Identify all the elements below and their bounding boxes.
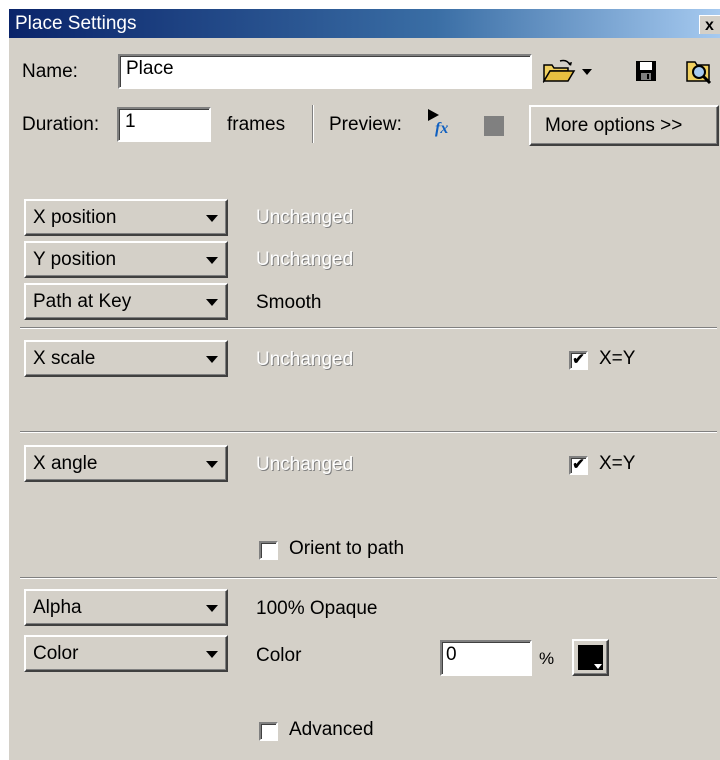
x-scale-xy-checkbox[interactable]: ✔ [569, 351, 588, 370]
color-percent-field[interactable]: 0 [440, 640, 532, 676]
save-icon[interactable] [635, 60, 657, 82]
x-scale-value: Unchanged [256, 349, 354, 370]
chevron-down-icon [206, 651, 218, 658]
dropdown-label: X scale [33, 348, 96, 369]
stop-icon[interactable] [484, 116, 504, 136]
chevron-down-icon [206, 257, 218, 264]
name-label: Name: [22, 61, 78, 82]
open-folder-icon[interactable] [542, 59, 576, 84]
x-position-value: Unchanged [256, 207, 354, 228]
dropdown-label: Path at Key [33, 291, 132, 312]
y-position-dropdown[interactable]: Y position [24, 241, 228, 278]
close-button[interactable]: x [699, 15, 720, 34]
alpha-value: 100% Opaque [256, 598, 378, 619]
orient-to-path-label: Orient to path [289, 538, 405, 559]
chevron-down-icon [206, 356, 218, 363]
duration-label: Duration: [22, 114, 100, 135]
dropdown-label: X angle [33, 453, 98, 474]
svg-text:fx: fx [435, 120, 448, 137]
window-title: Place Settings [15, 13, 137, 34]
find-icon[interactable] [685, 57, 713, 85]
x-scale-dropdown[interactable]: X scale [24, 340, 228, 377]
x-angle-xy-checkbox[interactable]: ✔ [569, 456, 588, 475]
dropdown-arrow-icon[interactable] [582, 69, 592, 75]
chevron-down-icon [206, 299, 218, 306]
color-dropdown[interactable]: Color [24, 635, 228, 672]
color-value: Color [256, 645, 302, 666]
frames-label: frames [227, 114, 286, 135]
x-angle-dropdown[interactable]: X angle [24, 445, 228, 482]
path-at-key-value: Smooth [256, 292, 322, 313]
more-options-button[interactable]: More options >> [529, 105, 719, 146]
title-bar[interactable]: Place Settings x [9, 9, 720, 38]
chevron-down-icon [206, 215, 218, 222]
toolbar-divider [312, 105, 314, 143]
alpha-dropdown[interactable]: Alpha [24, 589, 228, 626]
advanced-checkbox[interactable] [259, 722, 278, 741]
preview-label: Preview: [329, 114, 402, 135]
section-divider [20, 577, 717, 579]
dropdown-label: Alpha [33, 597, 82, 618]
color-swatch-button[interactable] [572, 639, 609, 676]
section-divider [20, 327, 717, 329]
orient-to-path-checkbox[interactable] [259, 541, 278, 560]
section-divider [20, 431, 717, 433]
dropdown-label: X position [33, 207, 117, 228]
place-settings-dialog: Place Settings x Name: Place Duration: 1… [9, 9, 720, 760]
x-angle-value: Unchanged [256, 454, 354, 475]
path-at-key-dropdown[interactable]: Path at Key [24, 283, 228, 320]
name-field[interactable]: Place [118, 54, 532, 89]
duration-field[interactable]: 1 [117, 107, 211, 142]
x-scale-xy-label: X=Y [599, 348, 636, 369]
chevron-down-icon [594, 664, 602, 669]
dropdown-label: Y position [33, 249, 117, 270]
play-fx-icon[interactable]: fx [427, 107, 461, 137]
color-swatch [578, 645, 603, 670]
dropdown-label: Color [33, 643, 79, 664]
advanced-label: Advanced [289, 719, 374, 740]
percent-symbol: % [539, 649, 555, 668]
x-position-dropdown[interactable]: X position [24, 199, 228, 236]
x-angle-xy-label: X=Y [599, 453, 636, 474]
y-position-value: Unchanged [256, 249, 354, 270]
chevron-down-icon [206, 605, 218, 612]
chevron-down-icon [206, 461, 218, 468]
more-options-label: More options >> [545, 115, 683, 136]
